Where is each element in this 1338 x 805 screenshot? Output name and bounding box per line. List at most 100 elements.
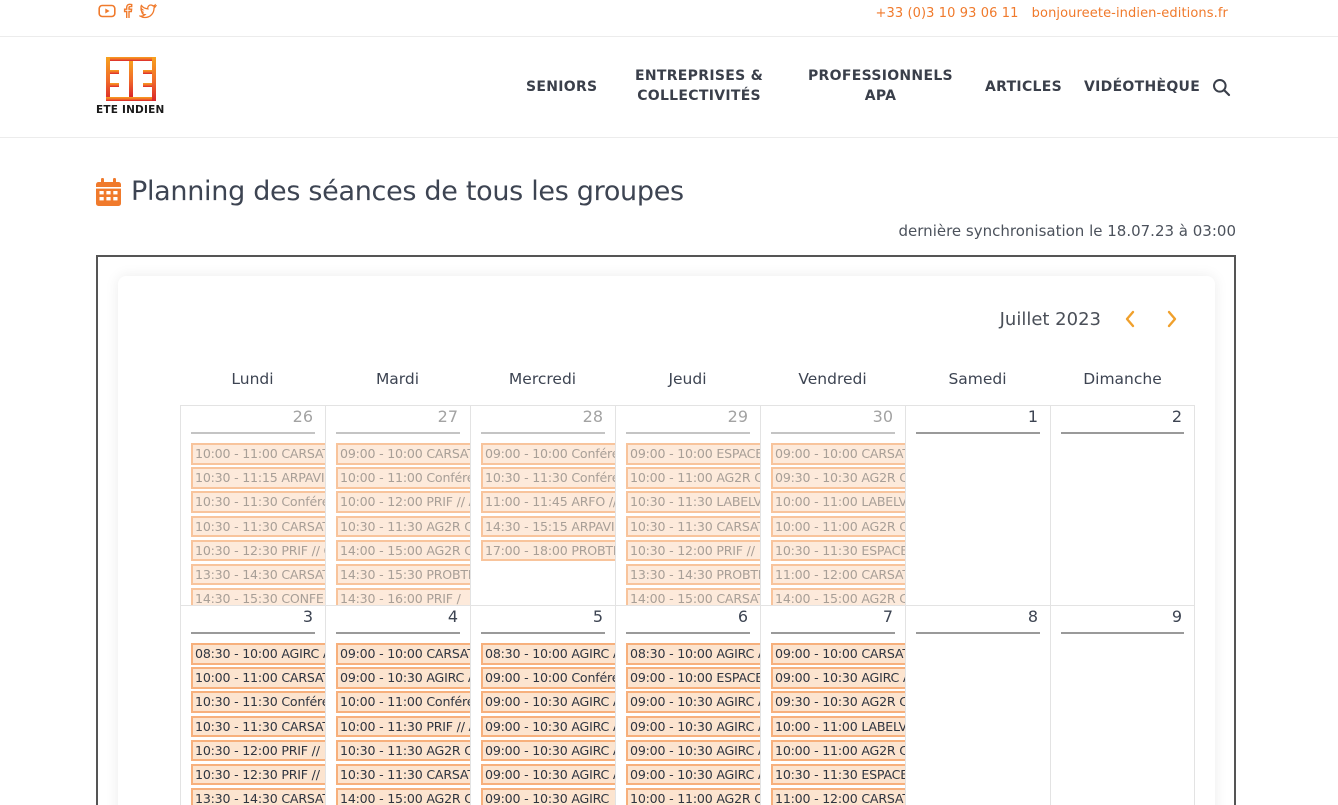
facebook-icon[interactable] <box>122 3 133 23</box>
event-item[interactable]: 10:30 - 12:00 PRIF // <box>191 739 325 762</box>
day-number: 29 <box>626 407 750 434</box>
event-item[interactable]: 10:30 - 12:30 PRIF // <box>191 763 325 786</box>
event-item[interactable]: 10:00 - 11:30 PRIF // A <box>336 715 470 738</box>
site-header: ETE INDIEN SENIORS ENTREPRISES & COLLECT… <box>0 37 1338 138</box>
calendar-day[interactable]: 8 <box>905 605 1050 805</box>
event-item[interactable]: 10:30 - 11:30 CARSAT I <box>191 515 325 538</box>
event-item[interactable]: 10:00 - 11:00 AG2R CI <box>771 739 905 762</box>
event-item[interactable]: 09:00 - 10:00 CARSAT <box>336 643 470 665</box>
calendar-day[interactable]: 27 09:00 - 10:00 CARSAT 10:00 - 11:00 Conf… <box>325 405 470 605</box>
event-item[interactable]: 14:00 - 15:00 CARSAT <box>626 588 760 605</box>
event-item[interactable]: 10:30 - 11:30 CARSAT I <box>336 763 470 786</box>
calendar-day[interactable]: 6 08:30 - 10:00 AGIRC A 09:00 - 10:00 ESPA… <box>615 605 760 805</box>
event-item[interactable]: 10:00 - 11:00 AG2R CI <box>626 788 760 805</box>
calendar-week: 26 10:00 - 11:00 CARSAT 10:30 - 11:15 ARPA… <box>180 405 1195 605</box>
event-item[interactable]: 14:30 - 15:30 PROBTP <box>336 563 470 586</box>
event-item[interactable]: 09:00 - 10:30 AGIRC A <box>771 667 905 689</box>
event-item[interactable]: 11:00 - 11:45 ARFO // <box>481 491 615 513</box>
event-item[interactable]: 13:30 - 14:30 CARSAT <box>191 563 325 586</box>
event-item[interactable]: 10:30 - 11:30 AG2R CH <box>336 515 470 538</box>
event-item[interactable]: 10:30 - 11:30 LABELVI <box>626 491 760 513</box>
event-item[interactable]: 10:30 - 11:15 ARPAVIE / <box>191 467 325 489</box>
calendar-day[interactable]: 26 10:00 - 11:00 CARSAT 10:30 - 11:15 ARPA… <box>180 405 325 605</box>
event-item[interactable]: 10:00 - 12:00 PRIF // A <box>336 491 470 513</box>
event-item[interactable]: 14:30 - 15:30 CONFE <box>191 588 325 605</box>
event-item[interactable]: 10:30 - 11:30 Conférer <box>191 491 325 513</box>
event-item[interactable]: 14:00 - 15:00 AG2R C <box>336 539 470 562</box>
calendar-day[interactable]: 1 <box>905 405 1050 605</box>
nav-videotheque[interactable]: VIDÉOTHÈQUE <box>1084 77 1200 97</box>
event-item[interactable]: 08:30 - 10:00 AGIRC A <box>191 643 325 665</box>
event-item[interactable]: 13:30 - 14:30 CARSAT <box>191 788 325 805</box>
event-item[interactable]: 14:00 - 15:00 AG2R C <box>336 788 470 805</box>
search-icon[interactable] <box>1212 78 1231 101</box>
event-item[interactable]: 09:00 - 10:30 AGIRC A <box>481 691 615 713</box>
event-item[interactable]: 09:00 - 10:30 AGIRC A <box>626 715 760 738</box>
event-item[interactable]: 10:00 - 11:00 AG2R CI <box>771 515 905 538</box>
event-item[interactable]: 09:00 - 10:30 AGIRC A <box>626 739 760 762</box>
calendar-day[interactable]: 29 09:00 - 10:00 ESPACE 10:00 - 11:00 AG2R… <box>615 405 760 605</box>
email-link[interactable]: bonjoureete-indien-editions.fr <box>1032 6 1228 21</box>
event-item[interactable]: 14:30 - 15:15 ARPAVIE <box>481 515 615 538</box>
event-item[interactable]: 09:00 - 10:30 AGIRC A <box>336 667 470 689</box>
event-item[interactable]: 09:00 - 10:30 AGIRC A <box>481 715 615 738</box>
event-item[interactable]: 10:30 - 12:00 PRIF // <box>626 539 760 562</box>
event-item[interactable]: 10:00 - 11:00 CARSAT <box>191 667 325 689</box>
event-item[interactable]: 09:00 - 10:30 AGIRC A <box>626 763 760 786</box>
calendar-day[interactable]: 28 09:00 - 10:00 Confére 10:30 - 11:30 Con… <box>470 405 615 605</box>
calendar-day[interactable]: 30 09:00 - 10:00 CARSAT 09:30 - 10:30 AG2R… <box>760 405 905 605</box>
event-item[interactable]: 10:30 - 11:30 Conférer <box>191 691 325 713</box>
event-item[interactable]: 09:00 - 10:00 CARSAT <box>336 443 470 465</box>
event-item[interactable]: 10:00 - 11:00 Conféren <box>336 691 470 713</box>
event-item[interactable]: 13:30 - 14:30 PROBTP <box>626 563 760 586</box>
event-item[interactable]: 10:30 - 11:30 Conféren <box>481 467 615 489</box>
event-item[interactable]: 10:30 - 12:30 PRIF // C <box>191 539 325 562</box>
nav-articles[interactable]: ARTICLES <box>985 77 1062 97</box>
day-number: 26 <box>191 407 315 434</box>
calendar-day[interactable]: 2 <box>1050 405 1195 605</box>
event-item[interactable]: 09:00 - 10:30 AGIRC <box>481 788 615 805</box>
nav-entreprises[interactable]: ENTREPRISES & COLLECTIVITÉS <box>635 66 763 106</box>
logo[interactable]: ETE INDIEN <box>96 57 172 116</box>
event-item[interactable]: 14:30 - 16:00 PRIF / <box>336 588 470 605</box>
event-item[interactable]: 09:30 - 10:30 AG2R C <box>771 467 905 489</box>
phone-link[interactable]: +33 (0)3 10 93 06 11 <box>875 6 1018 21</box>
event-item[interactable]: 10:30 - 11:30 ESPACE <box>771 539 905 562</box>
nav-professionnels[interactable]: PROFESSIONNELS APA <box>808 66 953 106</box>
event-item[interactable]: 10:30 - 11:30 CARSAT I <box>626 515 760 538</box>
twitter-icon[interactable] <box>137 3 158 23</box>
event-item[interactable]: 09:00 - 10:30 AGIRC A <box>626 691 760 713</box>
event-item[interactable]: 10:30 - 11:30 ESPACE <box>771 763 905 786</box>
calendar-day[interactable]: 7 09:00 - 10:00 CARSAT 09:00 - 10:30 AGIRC… <box>760 605 905 805</box>
calendar-day[interactable]: 4 09:00 - 10:00 CARSAT 09:00 - 10:30 AGIRC… <box>325 605 470 805</box>
event-item[interactable]: 11:00 - 12:00 CARSAT <box>771 563 905 586</box>
calendar-day[interactable]: 9 <box>1050 605 1195 805</box>
event-item[interactable]: 11:00 - 12:00 CARSAT <box>771 788 905 805</box>
event-item[interactable]: 09:00 - 10:30 AGIRC A <box>481 739 615 762</box>
event-item[interactable]: 10:30 - 11:30 CARSAT I <box>191 715 325 738</box>
event-item[interactable]: 10:00 - 11:00 LABELVIE <box>771 715 905 738</box>
event-item[interactable]: 08:30 - 10:00 AGIRC A <box>626 643 760 665</box>
next-month-button[interactable] <box>1157 306 1187 332</box>
event-item[interactable]: 09:00 - 10:00 CARSAT <box>771 443 905 465</box>
event-item[interactable]: 10:30 - 11:30 AG2R CH <box>336 739 470 762</box>
event-item[interactable]: 10:00 - 11:00 CARSAT <box>191 443 325 465</box>
calendar-day[interactable]: 3 08:30 - 10:00 AGIRC A 10:00 - 11:00 CARS… <box>180 605 325 805</box>
event-item[interactable]: 14:00 - 15:00 AG2R C <box>771 588 905 605</box>
event-item[interactable]: 09:00 - 10:00 Confére <box>481 443 615 465</box>
event-item[interactable]: 09:00 - 10:00 CARSAT <box>771 643 905 665</box>
event-item[interactable]: 09:00 - 10:00 ESPACE <box>626 667 760 689</box>
event-item[interactable]: 09:30 - 10:30 AG2R C <box>771 691 905 713</box>
event-item[interactable]: 10:00 - 11:00 LABELVIE <box>771 491 905 513</box>
event-item[interactable]: 08:30 - 10:00 AGIRC A <box>481 643 615 665</box>
calendar-day[interactable]: 5 08:30 - 10:00 AGIRC A 09:00 - 10:00 Conf… <box>470 605 615 805</box>
event-item[interactable]: 09:00 - 10:30 AGIRC A <box>481 763 615 786</box>
event-item[interactable]: 10:00 - 11:00 AG2R CI <box>626 467 760 489</box>
nav-seniors[interactable]: SENIORS <box>526 77 597 97</box>
youtube-icon[interactable] <box>98 3 116 23</box>
event-item[interactable]: 17:00 - 18:00 PROBTP <box>481 539 615 562</box>
prev-month-button[interactable] <box>1115 306 1145 332</box>
event-item[interactable]: 09:00 - 10:00 ESPACE <box>626 443 760 465</box>
event-item[interactable]: 09:00 - 10:00 Confére <box>481 667 615 689</box>
event-item[interactable]: 10:00 - 11:00 Conféren <box>336 467 470 489</box>
